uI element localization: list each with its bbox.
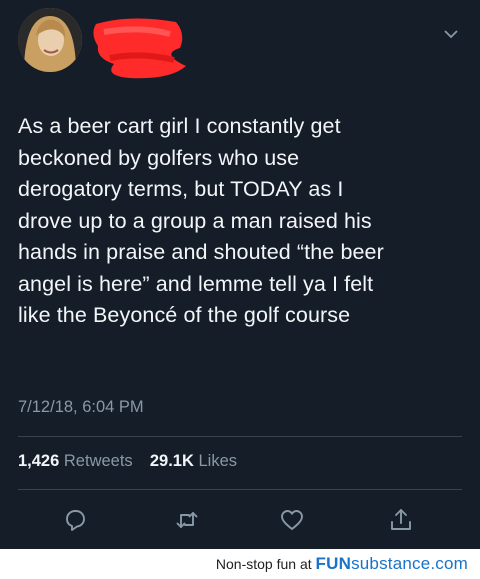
retweets-count[interactable]: 1,426 [18, 452, 59, 470]
likes-label[interactable]: Likes [198, 452, 237, 470]
chevron-down-icon[interactable] [444, 26, 458, 39]
divider [18, 436, 462, 437]
funsubstance-logo[interactable]: FUNsubstance.com [316, 554, 468, 573]
retweet-icon[interactable] [172, 505, 202, 535]
tweet-header [0, 0, 480, 100]
heart-icon[interactable] [277, 505, 307, 535]
tweet-actions [0, 505, 480, 535]
watermark-footer: Non-stop fun at FUNsubstance.com [0, 549, 480, 579]
divider [18, 489, 462, 490]
retweets-label[interactable]: Retweets [64, 452, 133, 470]
reply-icon[interactable] [60, 505, 90, 535]
tweet-timestamp[interactable]: 7/12/18, 6:04 PM [18, 398, 144, 417]
footer-caption: Non-stop fun at [215, 556, 312, 572]
redacted-username [90, 14, 190, 84]
share-icon[interactable] [386, 505, 416, 535]
tweet-text: As a beer cart girl I constantly get bec… [18, 114, 384, 327]
likes-count[interactable]: 29.1K [150, 452, 194, 470]
tweet-stats: 1,426 Retweets 29.1K Likes [18, 452, 237, 471]
avatar[interactable] [18, 8, 82, 72]
